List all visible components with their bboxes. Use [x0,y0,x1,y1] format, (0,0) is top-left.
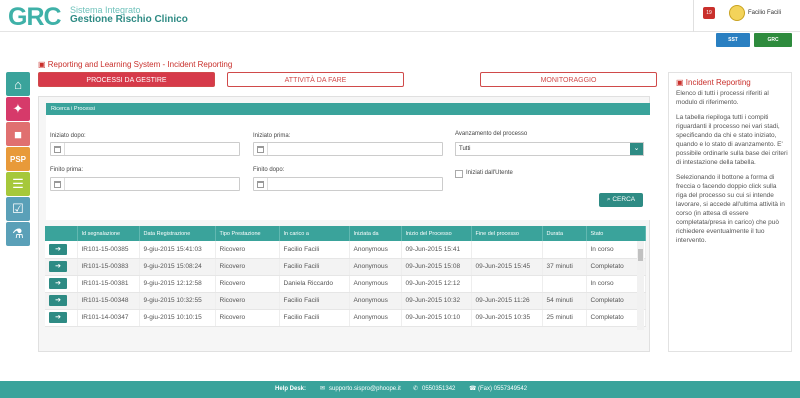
col-process-start[interactable]: Inizio del Processo [401,226,472,241]
notification-badge[interactable]: 19 [703,7,715,19]
mail-icon: ✉ [320,386,326,392]
open-arrow-icon[interactable]: ➔ [49,278,67,289]
calendar-icon [257,146,264,153]
help-panel: ▣ Incident Reporting Elenco di tutti i p… [668,72,792,352]
module-sidebar: ⌂ ✦ ■ PSP ☰ ☑ ⚗ [6,72,30,247]
calendar-icon [54,146,61,153]
col-service-type[interactable]: Tipo Prestazione [215,226,280,241]
col-registration-date[interactable]: Data Registrazione [139,226,216,241]
table-scrollbar[interactable] [637,241,644,330]
lab-icon[interactable]: ⚗ [6,222,30,246]
psp-icon[interactable]: PSP [6,147,30,171]
app-header: GRC Sistema Integrato Gestione Rischio C… [0,0,800,32]
panel-title: Ricerca i Processi [46,103,650,115]
search-icon: ⌕ [606,196,611,203]
app-logo[interactable]: GRC [8,3,62,32]
ir-icon[interactable]: ■ [6,122,30,146]
progress-label: Avanzamento del processo [455,131,528,137]
fax-icon: ☎ [469,386,477,392]
page-title: ▣ Reporting and Learning System - Incide… [38,60,233,69]
checklist-icon[interactable]: ☰ [6,172,30,196]
help-title: ▣ Incident Reporting [676,78,751,87]
user-started-label: Iniziati dall'Utente [466,170,513,176]
ended-after-input[interactable] [253,177,443,191]
progress-select[interactable]: Tutti ⌄ [455,142,644,156]
started-after-input[interactable] [50,142,240,156]
ended-before-input[interactable] [50,177,240,191]
tab-monitoraggio[interactable]: MONITORAGGIO [480,72,657,87]
ended-after-label: Finito dopo: [253,167,285,173]
ended-before-label: Finito prima: [50,167,84,173]
open-arrow-icon[interactable]: ➔ [49,261,67,272]
col-started-by[interactable]: Iniziata da [349,226,402,241]
help-body: Elenco di tutti i processi riferiti al m… [676,89,788,251]
fall-icon[interactable]: ✦ [6,97,30,121]
tasks-icon[interactable]: ☑ [6,197,30,221]
helpdesk-label: Help Desk: [275,386,307,392]
table-row[interactable]: ➔ IR101-15-00348 9-giu-2015 10:32:55 Ricov… [45,292,646,310]
table-header: Id segnalazione Data Registrazione Tipo … [45,226,646,241]
open-arrow-icon[interactable]: ➔ [49,295,67,306]
tab-processi-da-gestire[interactable]: PROCESSI DA GESTIRE [38,72,215,87]
open-arrow-icon[interactable]: ➔ [49,243,67,255]
user-avatar[interactable] [729,5,745,21]
help-paragraph: La tabella riepiloga tutti i compiti rig… [676,114,788,166]
partner-logo-grc: GRC [754,33,792,47]
calendar-icon [54,181,61,188]
home-icon[interactable]: ⌂ [6,72,30,96]
started-after-label: Iniziato dopo: [50,133,86,139]
col-duration[interactable]: Durata [542,226,587,241]
helpdesk-email[interactable]: supporto.sispro@phoope.it [329,381,401,398]
started-before-label: Iniziato prima: [253,133,291,139]
table-row[interactable]: ➔ IR101-14-00347 9-giu-2015 10:10:15 Ricov… [45,309,646,327]
logo-subtitle: Sistema Integrato Gestione Rischio Clini… [70,5,188,25]
partner-logo-sst: SST [716,33,750,47]
helpdesk-phone: 0550351342 [422,386,456,392]
chevron-down-icon[interactable]: ⌄ [630,143,643,155]
search-form [46,115,650,220]
processes-table: Id segnalazione Data Registrazione Tipo … [45,226,646,327]
started-before-input[interactable] [253,142,443,156]
user-started-checkbox[interactable] [455,170,463,178]
table-row[interactable]: ➔ IR101-15-00381 9-giu-2015 12:12:58 Ricov… [45,275,646,293]
helpdesk-fax: (Fax) 0557349542 [478,386,528,392]
tab-attivita-da-fare[interactable]: ATTIVITÀ DA FARE [227,72,404,87]
footer: Help Desk: ✉ supporto.sispro@phoope.it ✆… [0,381,800,398]
logo-line-2: Gestione Rischio Clinico [70,14,188,25]
username[interactable]: Facilio Facili [748,10,781,16]
search-button[interactable]: ⌕ CERCA [599,193,643,207]
col-assigned-to[interactable]: In carico a [279,226,350,241]
table-row[interactable]: ➔ IR101-15-00383 9-giu-2015 15:08:24 Ricov… [45,258,646,276]
col-process-end[interactable]: Fine del processo [471,226,543,241]
help-paragraph: Selezionando il bottone a forma di frecc… [676,174,785,244]
header-divider [693,0,694,32]
help-paragraph: Elenco di tutti i processi riferiti al m… [676,90,769,106]
col-action [45,226,78,241]
calendar-icon [257,181,264,188]
open-arrow-icon[interactable]: ➔ [49,312,67,323]
col-status[interactable]: Stato [586,226,646,241]
col-id[interactable]: Id segnalazione [77,226,140,241]
table-row[interactable]: ➔ IR101-15-00385 9-giu-2015 15:41:03 Ricov… [45,241,646,259]
phone-icon: ✆ [413,386,419,392]
scrollbar-thumb[interactable] [638,249,643,261]
